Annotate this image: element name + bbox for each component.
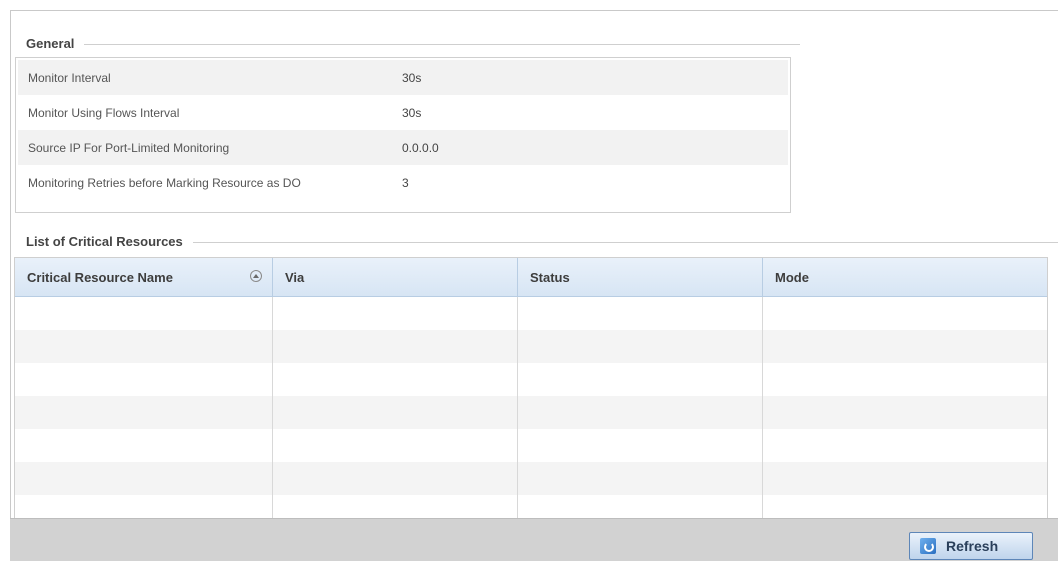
table-row <box>15 429 1047 462</box>
critical-resources-table: Critical Resource Name Via Status Mode <box>14 257 1048 519</box>
refresh-icon <box>920 538 936 554</box>
column-header-label: Via <box>285 269 305 285</box>
general-row-value: 0.0.0.0 <box>402 140 439 155</box>
general-settings-box: Monitor Interval 30s Monitor Using Flows… <box>15 57 791 213</box>
column-header-status[interactable]: Status <box>518 258 763 296</box>
general-row-label: Monitor Interval <box>28 70 111 85</box>
general-row-label: Source IP For Port-Limited Monitoring <box>28 140 230 155</box>
general-row-label: Monitoring Retries before Marking Resour… <box>28 175 301 190</box>
general-row-source-ip: Source IP For Port-Limited Monitoring 0.… <box>18 130 788 165</box>
refresh-button[interactable]: Refresh <box>909 532 1033 560</box>
column-header-label: Mode <box>775 269 809 285</box>
table-row <box>15 330 1047 363</box>
general-row-monitor-interval: Monitor Interval 30s <box>18 60 788 95</box>
table-row <box>15 297 1047 330</box>
table-row <box>15 363 1047 396</box>
general-divider <box>26 44 800 45</box>
table-row <box>15 396 1047 429</box>
refresh-button-label: Refresh <box>946 538 999 554</box>
table-row <box>15 462 1047 495</box>
general-row-value: 30s <box>402 105 422 120</box>
column-header-label: Critical Resource Name <box>27 269 173 285</box>
column-header-critical-resource-name[interactable]: Critical Resource Name <box>15 258 273 296</box>
table-body <box>15 297 1047 518</box>
general-section-title: General <box>26 36 85 51</box>
general-row-flows-interval: Monitor Using Flows Interval 30s <box>18 95 788 130</box>
column-header-mode[interactable]: Mode <box>763 258 1047 296</box>
footer-bar <box>10 518 1058 561</box>
column-header-via[interactable]: Via <box>273 258 518 296</box>
general-row-value: 3 <box>402 175 409 190</box>
critical-resources-section-title: List of Critical Resources <box>26 234 193 249</box>
table-row <box>15 495 1047 518</box>
general-row-value: 30s <box>402 70 422 85</box>
table-header-row: Critical Resource Name Via Status Mode <box>15 258 1047 297</box>
column-header-label: Status <box>530 269 570 285</box>
general-row-label: Monitor Using Flows Interval <box>28 105 180 120</box>
general-row-monitoring-retries: Monitoring Retries before Marking Resour… <box>18 165 788 200</box>
sort-ascending-icon[interactable] <box>250 270 262 282</box>
